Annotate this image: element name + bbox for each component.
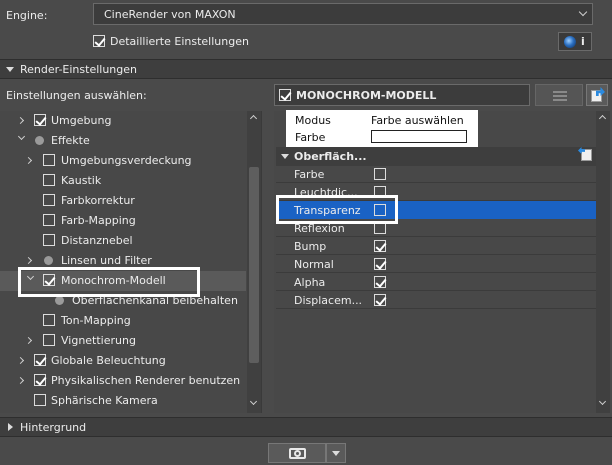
tree-item-umgebung[interactable]: Umgebung	[51, 114, 111, 127]
list-icon-middle	[553, 95, 567, 97]
selected-effect-checkbox[interactable]	[279, 89, 291, 101]
channel-checkbox[interactable]	[374, 240, 386, 252]
expand-chevron-icon[interactable]	[24, 256, 33, 265]
tree-item-farb-mapping[interactable]: Farb-Mapping	[61, 214, 136, 227]
channel-label: Alpha	[294, 276, 326, 289]
engine-dropdown-value: CineRender von MAXON	[104, 8, 236, 21]
engine-label: Engine:	[6, 9, 48, 22]
kaustik-checkbox[interactable]	[43, 174, 55, 186]
channel-row[interactable]: Farbe	[276, 165, 596, 183]
background-header[interactable]: Hintergrund	[0, 417, 612, 437]
ton-mapping-checkbox[interactable]	[43, 314, 55, 326]
tree-item-farbkorrektur[interactable]: Farbkorrektur	[61, 194, 135, 207]
render-settings-header[interactable]: Render-Einstellungen	[0, 59, 612, 79]
farbe-label: Farbe	[295, 131, 326, 144]
render-options-dropdown[interactable]	[326, 443, 346, 463]
tree-item-ton-mapping[interactable]: Ton-Mapping	[61, 314, 131, 327]
tree-scroll-thumb[interactable]	[249, 167, 259, 363]
channel-checkbox[interactable]	[374, 294, 386, 306]
surface-group-title: Oberfläch...	[294, 150, 367, 163]
expand-chevron-icon[interactable]	[16, 116, 25, 125]
tree-item-kaustik[interactable]: Kaustik	[61, 174, 101, 187]
channel-row[interactable]: Bump	[276, 237, 596, 255]
export-settings-button[interactable]	[586, 84, 608, 106]
channel-label: Bump	[294, 240, 327, 253]
farbkorrektur-checkbox[interactable]	[43, 194, 55, 206]
physikalischer-renderer-checkbox[interactable]	[34, 374, 46, 386]
background-title: Hintergrund	[20, 421, 87, 434]
highlight-frame-monochrom	[18, 267, 200, 297]
camera-lens-icon	[294, 450, 301, 457]
list-view-button[interactable]	[535, 84, 583, 106]
option-dot-icon	[55, 296, 64, 305]
scroll-down-icon[interactable]	[249, 397, 258, 406]
channel-checkbox[interactable]	[374, 258, 386, 270]
chevron-down-icon	[578, 7, 588, 17]
scroll-up-icon[interactable]	[598, 114, 607, 123]
surface-group-header[interactable]: Oberfläch...	[276, 147, 596, 166]
detailed-settings-checkbox[interactable]	[93, 35, 105, 47]
render-snapshot-button[interactable]	[268, 443, 326, 463]
color-swatch[interactable]	[371, 130, 467, 143]
render-settings-title: Render-Einstellungen	[20, 63, 137, 76]
select-settings-label: Einstellungen auswählen:	[6, 89, 147, 102]
scroll-down-icon[interactable]	[598, 397, 607, 406]
modus-label: Modus	[295, 114, 331, 127]
channel-row[interactable]: Normal	[276, 255, 596, 273]
detailed-settings-label: Detaillierte Einstellungen	[110, 35, 249, 48]
channel-label: Displacem...	[294, 294, 363, 307]
scroll-up-icon[interactable]	[249, 114, 258, 123]
group-dot-icon	[35, 136, 44, 145]
channel-label: Farbe	[294, 168, 325, 181]
channel-row[interactable]: Alpha	[276, 273, 596, 291]
channel-checkbox[interactable]	[374, 168, 386, 180]
umgebungsverdeckung-checkbox[interactable]	[43, 154, 55, 166]
channel-checkbox[interactable]	[374, 276, 386, 288]
tree-item-globale-beleuchtung[interactable]: Globale Beleuchtung	[51, 354, 166, 367]
selected-effect-label: MONOCHROM-MODELL	[296, 89, 437, 102]
info-icon: i	[581, 35, 585, 48]
tree-scrollbar[interactable]	[247, 111, 261, 413]
tree-item-physikalischer-renderer[interactable]: Physikalischen Renderer benutzen	[51, 374, 240, 387]
expand-chevron-icon[interactable]	[24, 156, 33, 165]
tree-item-vignettierung[interactable]: Vignettierung	[61, 334, 136, 347]
expand-chevron-icon[interactable]	[16, 376, 25, 385]
cinema4d-logo-icon	[564, 36, 576, 48]
cinerender-info-button[interactable]: i	[558, 32, 592, 51]
group-dot-icon	[44, 256, 53, 265]
tree-item-umgebungsverdeckung[interactable]: Umgebungsverdeckung	[61, 154, 192, 167]
tree-item-sphaerische-kamera[interactable]: Sphärische Kamera	[51, 394, 158, 407]
modus-value[interactable]: Farbe auswählen	[371, 114, 464, 127]
collapse-chevron-icon[interactable]	[17, 132, 26, 141]
collapse-triangle-icon	[281, 154, 289, 159]
channel-label: Normal	[294, 258, 334, 271]
engine-dropdown[interactable]: CineRender von MAXON	[93, 3, 593, 25]
globale-beleuchtung-checkbox[interactable]	[34, 354, 46, 366]
dropdown-arrow-icon	[332, 451, 340, 456]
sphaerische-kamera-checkbox[interactable]	[34, 394, 46, 406]
channel-row[interactable]: Displacem...	[276, 291, 596, 309]
tree-item-effekte[interactable]: Effekte	[51, 134, 90, 147]
expand-triangle-icon	[8, 423, 13, 431]
collapse-triangle-icon	[6, 67, 14, 72]
highlight-frame-transparenz	[276, 195, 398, 224]
expand-chevron-icon[interactable]	[16, 356, 25, 365]
tree-item-linsen-und-filter[interactable]: Linsen und Filter	[61, 254, 152, 267]
selected-effect-field: MONOCHROM-MODELL	[274, 84, 530, 106]
farb-mapping-checkbox[interactable]	[43, 214, 55, 226]
umgebung-checkbox[interactable]	[34, 114, 46, 126]
distanznebel-checkbox[interactable]	[43, 234, 55, 246]
vignettierung-checkbox[interactable]	[43, 334, 55, 346]
expand-chevron-icon[interactable]	[24, 336, 33, 345]
tree-item-distanznebel[interactable]: Distanznebel	[61, 234, 133, 247]
export-arrow-icon	[596, 87, 605, 96]
properties-scrollbar[interactable]	[596, 111, 610, 413]
settings-tree-panel: Umgebung Effekte Umgebungsverdeckung Kau…	[0, 111, 262, 413]
